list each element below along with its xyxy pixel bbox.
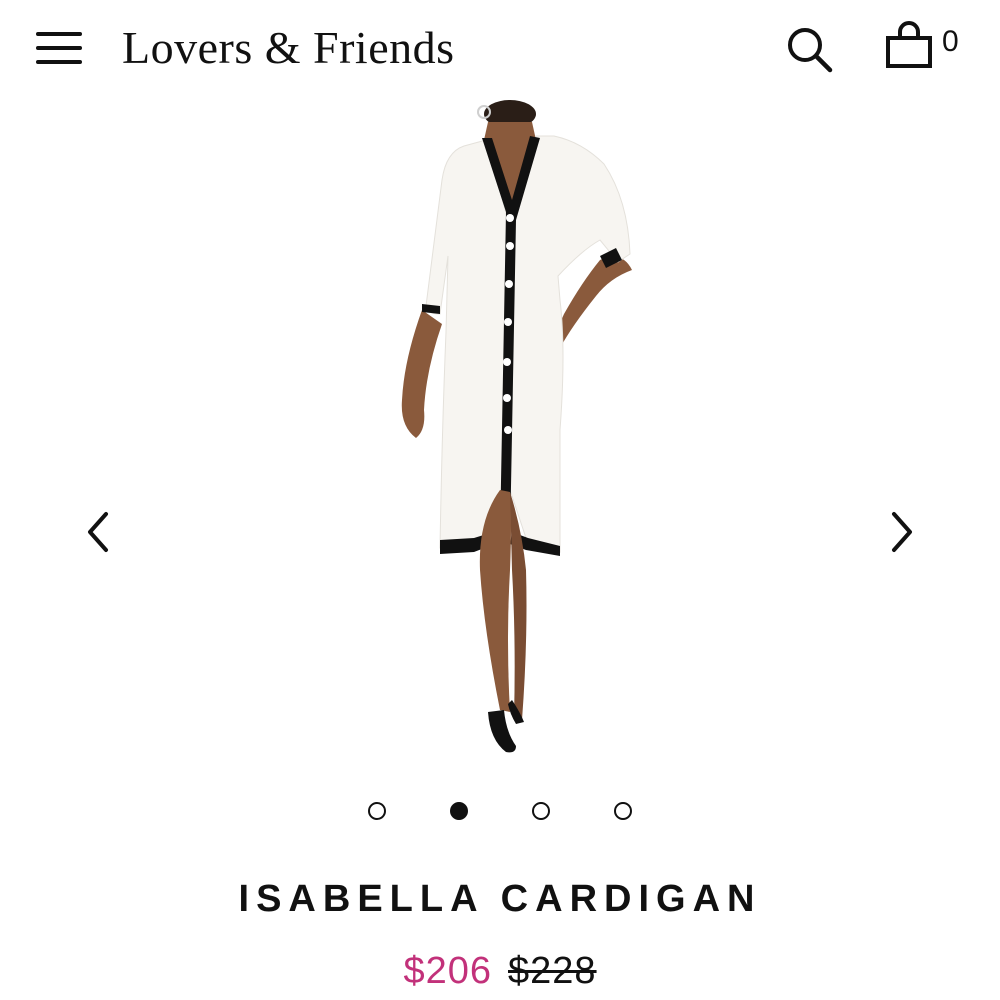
price-row: $206 $228 — [0, 946, 1000, 996]
product-page: Lovers & Friends 0 ISABELLA CARDIGAN $20… — [0, 0, 1000, 1000]
cart-button[interactable] — [884, 20, 934, 72]
menu-bar — [36, 32, 82, 36]
carousel-dot[interactable] — [614, 802, 632, 820]
menu-bar — [36, 46, 82, 50]
model-arm — [401, 310, 442, 438]
carousel-dot[interactable] — [532, 802, 550, 820]
carousel-next-button[interactable] — [882, 508, 922, 556]
cardigan-button — [506, 242, 514, 250]
menu-button[interactable] — [36, 28, 84, 68]
model-leg — [479, 490, 511, 712]
cardigan-button — [504, 426, 512, 434]
cardigan-button — [503, 394, 511, 402]
product-image[interactable] — [360, 100, 680, 768]
sale-price: $206 — [403, 950, 492, 992]
search-icon — [788, 28, 833, 73]
site-header: Lovers & Friends 0 — [0, 0, 1000, 96]
chevron-left-icon — [88, 512, 108, 552]
search-button[interactable] — [784, 24, 836, 76]
model-arm — [557, 256, 632, 348]
brand-logo[interactable]: Lovers & Friends — [122, 20, 455, 76]
cardigan-button — [504, 318, 512, 326]
chevron-right-icon — [892, 512, 912, 552]
menu-bar — [36, 60, 82, 64]
cart-count: 0 — [942, 25, 959, 58]
carousel-dot-active[interactable] — [450, 802, 468, 820]
cardigan-button — [503, 358, 511, 366]
original-price: $228 — [508, 950, 597, 992]
carousel-dot[interactable] — [368, 802, 386, 820]
product-title: ISABELLA CARDIGAN — [238, 878, 762, 920]
shopping-bag-icon — [886, 21, 932, 68]
carousel-pagination — [0, 802, 1000, 824]
cardigan-button — [505, 280, 513, 288]
carousel-prev-button[interactable] — [78, 508, 118, 556]
cardigan-button — [506, 214, 514, 222]
model-sandal — [488, 710, 516, 753]
cardigan — [425, 135, 631, 553]
